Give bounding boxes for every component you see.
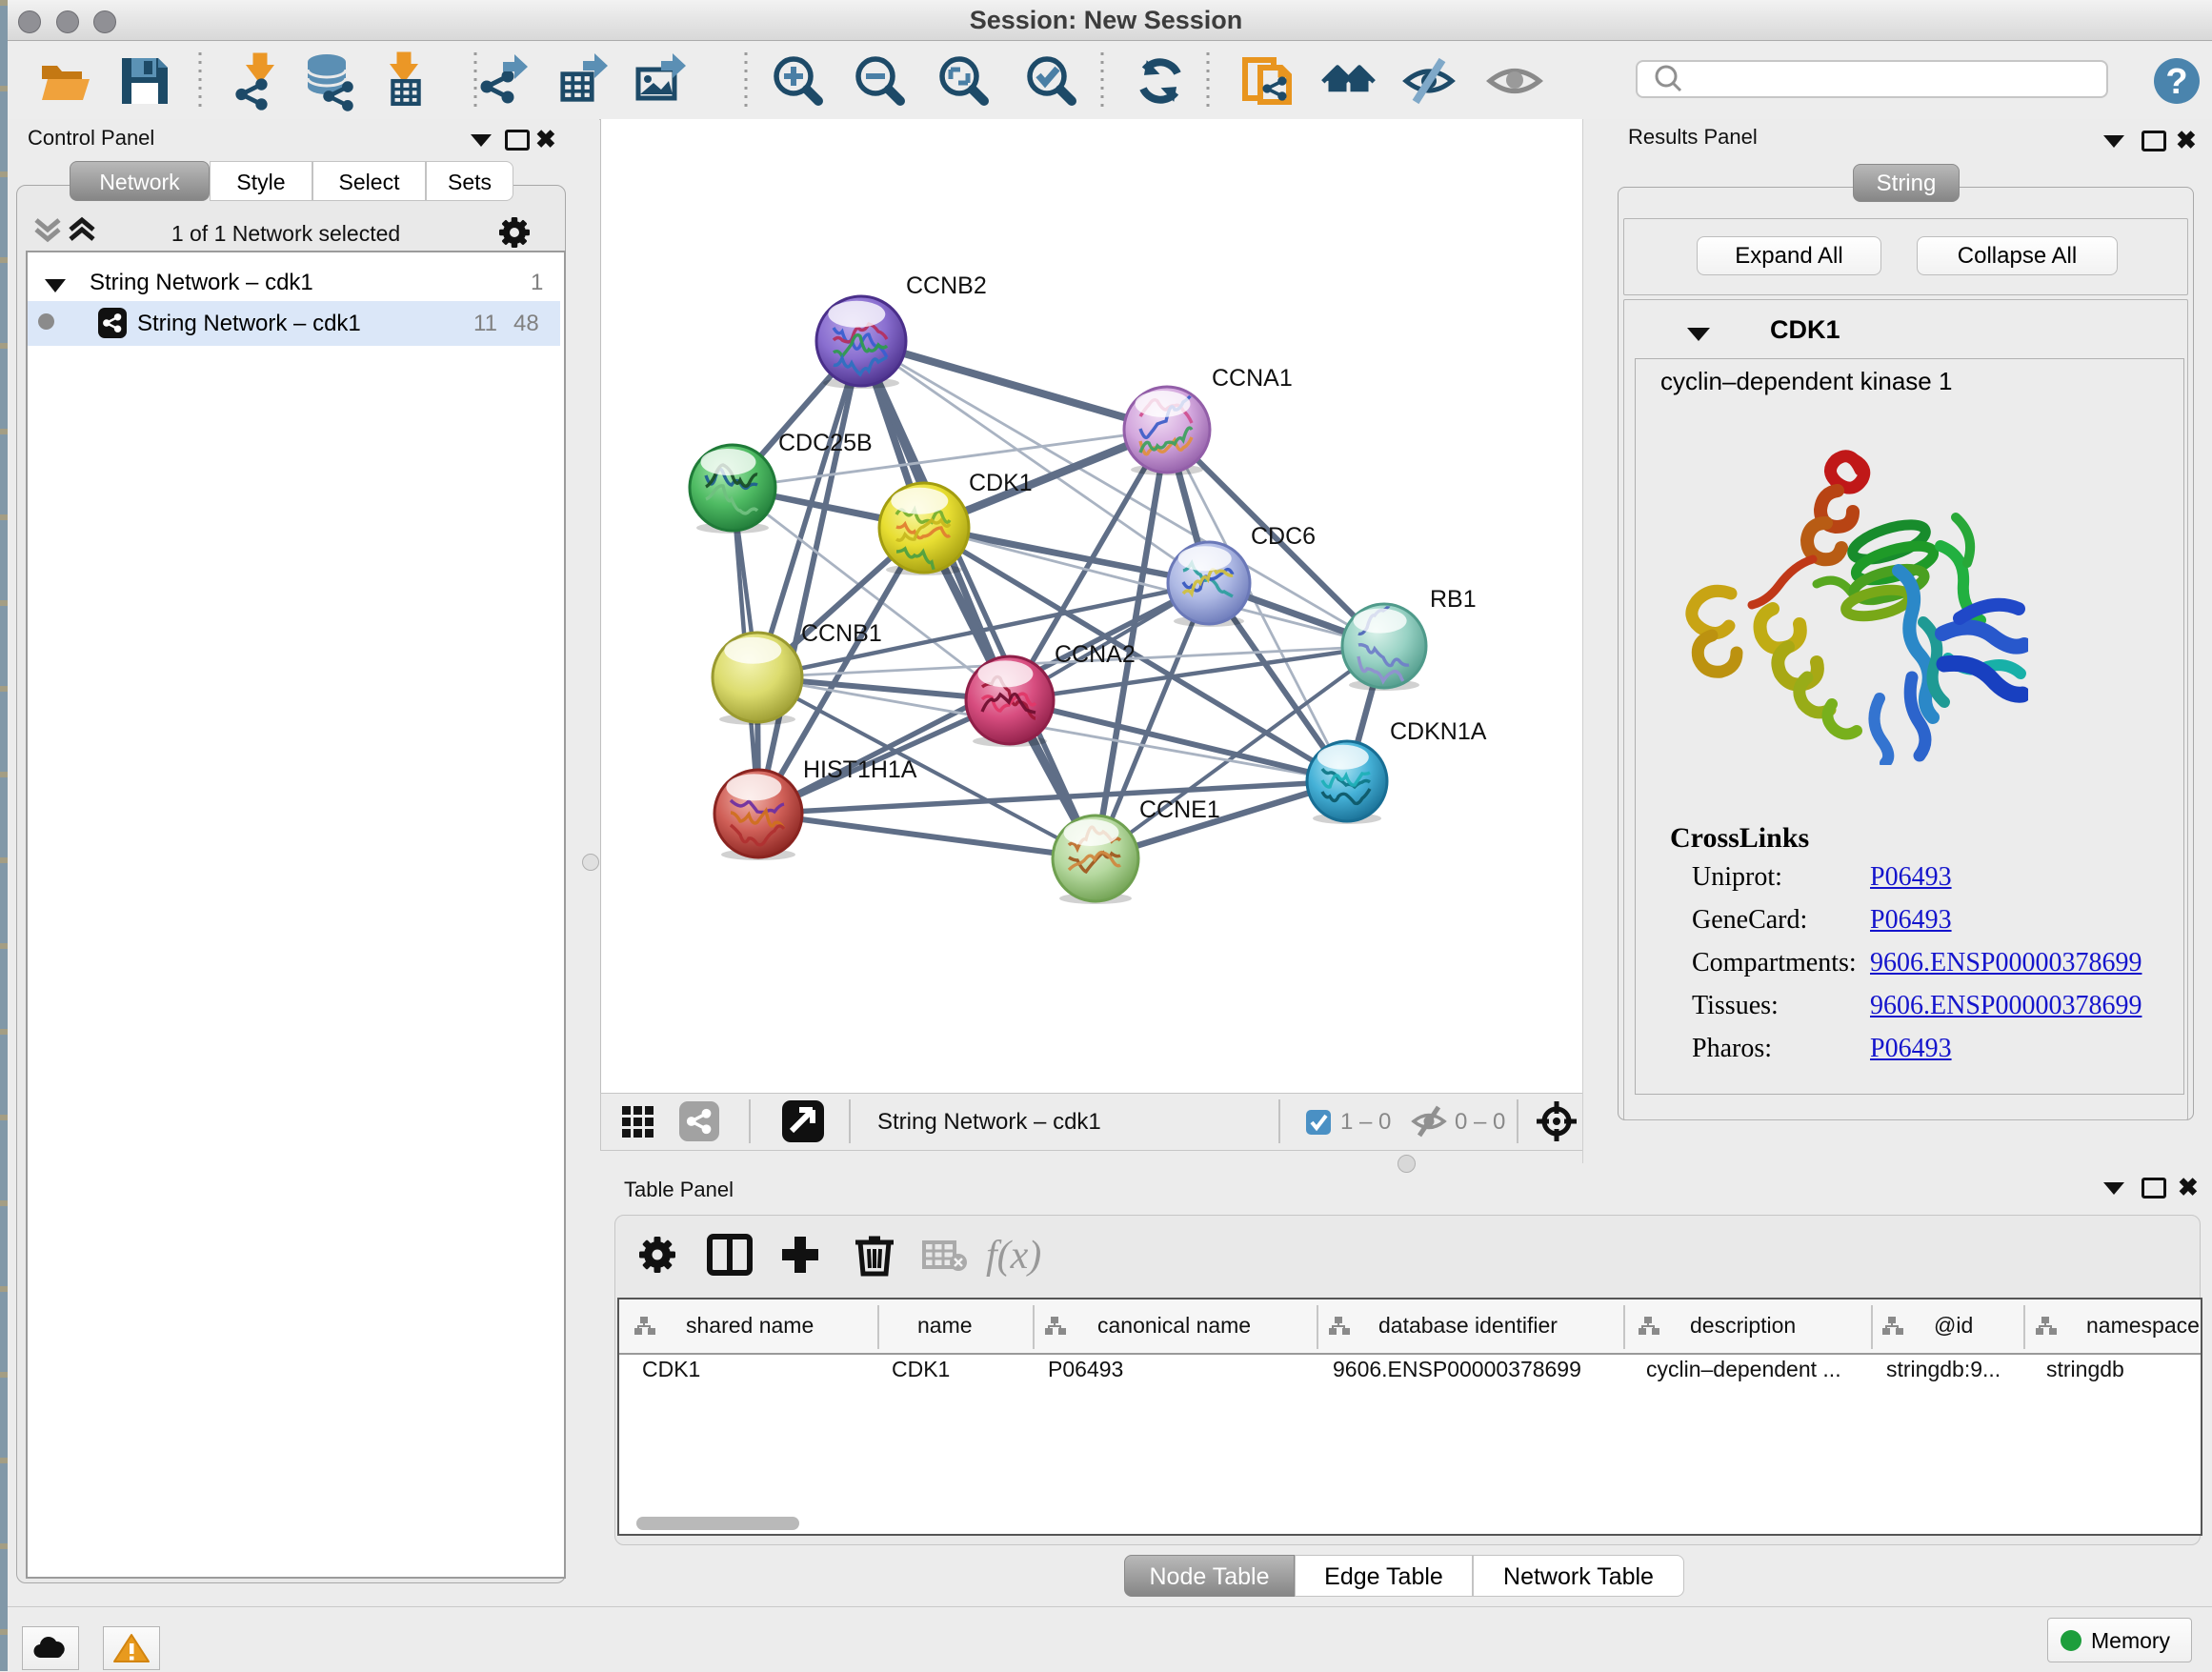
svg-text:CDK1: CDK1	[969, 470, 1033, 496]
svg-text:CCNA2: CCNA2	[1055, 641, 1136, 668]
svg-text:CDK1: CDK1	[892, 1357, 950, 1381]
svg-text:9606.ENSP00000378699: 9606.ENSP00000378699	[1333, 1357, 1581, 1381]
svg-text:canonical name: canonical name	[1097, 1313, 1251, 1338]
svg-text:P06493: P06493	[1048, 1357, 1123, 1381]
svg-text:CCNA1: CCNA1	[1212, 365, 1293, 392]
svg-text:?: ?	[2165, 62, 2187, 102]
svg-text:0 – 0: 0 – 0	[1455, 1109, 1505, 1135]
svg-text:shared name: shared name	[686, 1313, 814, 1338]
svg-text:cyclin–dependent ...: cyclin–dependent ...	[1646, 1357, 1841, 1381]
svg-text:1 of 1 Network selected: 1 of 1 Network selected	[171, 221, 400, 246]
svg-text:HIST1H1A: HIST1H1A	[803, 756, 917, 783]
svg-text:CDC25B: CDC25B	[778, 430, 873, 456]
svg-text:String Network – cdk1: String Network – cdk1	[877, 1109, 1101, 1135]
svg-text:name: name	[917, 1313, 973, 1338]
svg-text:CDK1: CDK1	[642, 1357, 700, 1381]
svg-text:CCNE1: CCNE1	[1139, 796, 1220, 823]
svg-text:RB1: RB1	[1430, 586, 1477, 613]
svg-text:stringdb:9...: stringdb:9...	[1886, 1357, 2001, 1381]
svg-text:database identifier: database identifier	[1378, 1313, 1558, 1338]
svg-text:CDKN1A: CDKN1A	[1390, 718, 1487, 745]
svg-text:description: description	[1690, 1313, 1796, 1338]
svg-text:CDC6: CDC6	[1251, 523, 1316, 550]
svg-text:CCNB1: CCNB1	[801, 620, 882, 647]
svg-text:1 – 0: 1 – 0	[1340, 1109, 1391, 1135]
svg-text:namespace: namespace	[2086, 1313, 2200, 1338]
svg-text:CCNB2: CCNB2	[906, 272, 987, 299]
svg-text:@id: @id	[1934, 1313, 1973, 1338]
svg-text:f(x): f(x)	[986, 1234, 1041, 1278]
svg-text:stringdb: stringdb	[2046, 1357, 2124, 1381]
